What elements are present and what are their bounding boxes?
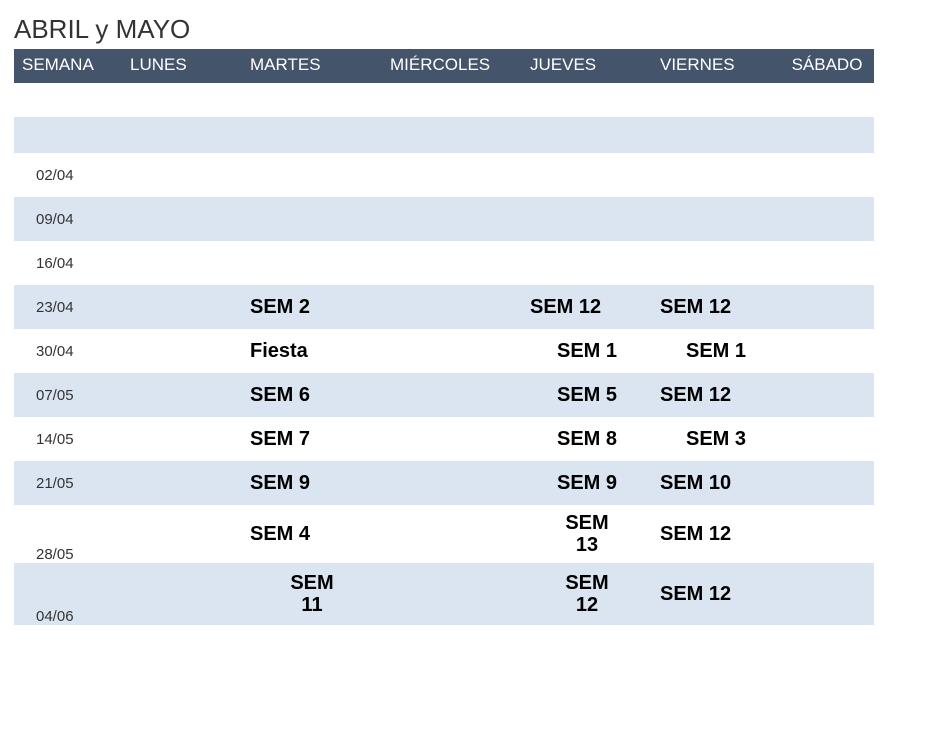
- cell-viernes: [652, 197, 780, 241]
- table-row: 28/05 SEM 4 SEM13 SEM 12: [14, 505, 874, 563]
- cell-jueves: SEM 5: [522, 373, 652, 417]
- week-date: 30/04: [14, 329, 122, 373]
- table-row: 02/04: [14, 153, 874, 197]
- col-lunes: LUNES: [122, 49, 242, 83]
- col-viernes: VIERNES: [652, 49, 780, 83]
- cell-viernes: SEM 12: [652, 505, 780, 563]
- table-row: 09/04: [14, 197, 874, 241]
- week-date: 28/05: [14, 505, 122, 563]
- week-date: 07/05: [14, 373, 122, 417]
- col-martes: MARTES: [242, 49, 382, 83]
- cell-jueves: SEM13: [522, 505, 652, 563]
- cell-jueves: SEM 12: [522, 285, 652, 329]
- week-date: 04/06: [14, 563, 122, 625]
- week-date: 09/04: [14, 197, 122, 241]
- page-title: ABRIL y MAYO: [14, 14, 920, 45]
- cell-viernes: [652, 241, 780, 285]
- cell-martes: [242, 241, 382, 285]
- cell-viernes: SEM 1: [652, 329, 780, 373]
- cell-jueves: SEM12: [522, 563, 652, 625]
- week-date: 23/04: [14, 285, 122, 329]
- cell-jueves: [522, 241, 652, 285]
- col-miercoles: MIÉRCOLES: [382, 49, 522, 83]
- table-row: 23/04 SEM 2 SEM 12 SEM 12: [14, 285, 874, 329]
- table-row: 16/04: [14, 241, 874, 285]
- cell-martes: SEM 6: [242, 373, 382, 417]
- cell-viernes: SEM 12: [652, 373, 780, 417]
- cell-martes: SEM 2: [242, 285, 382, 329]
- cell-viernes: SEM 12: [652, 563, 780, 625]
- week-date: 14/05: [14, 417, 122, 461]
- cell-martes: SEM 9: [242, 461, 382, 505]
- cell-martes: [242, 197, 382, 241]
- cell-viernes: [652, 153, 780, 197]
- table-row: 30/04 Fiesta SEM 1 SEM 1: [14, 329, 874, 373]
- cell-martes: [242, 153, 382, 197]
- cell-martes: SEM 7: [242, 417, 382, 461]
- cell-jueves: SEM 1: [522, 329, 652, 373]
- table-row: 07/05 SEM 6 SEM 5 SEM 12: [14, 373, 874, 417]
- col-jueves: JUEVES: [522, 49, 652, 83]
- cell-viernes: SEM 12: [652, 285, 780, 329]
- table-row: 21/05 SEM 9 SEM 9 SEM 10: [14, 461, 874, 505]
- cell-martes: SEM11: [242, 563, 382, 625]
- table-row: [14, 625, 874, 661]
- cell-martes: Fiesta: [242, 329, 382, 373]
- week-date: 16/04: [14, 241, 122, 285]
- calendar-table: SEMANA LUNES MARTES MIÉRCOLES JUEVES VIE…: [14, 49, 874, 661]
- spacer-row: [14, 83, 874, 117]
- col-semana: SEMANA: [14, 49, 122, 83]
- cell-viernes: SEM 3: [652, 417, 780, 461]
- week-date: 02/04: [14, 153, 122, 197]
- week-date: 21/05: [14, 461, 122, 505]
- cell-jueves: SEM 8: [522, 417, 652, 461]
- table-row: 14/05 SEM 7 SEM 8 SEM 3: [14, 417, 874, 461]
- cell-jueves: [522, 153, 652, 197]
- header-row: SEMANA LUNES MARTES MIÉRCOLES JUEVES VIE…: [14, 49, 874, 83]
- table-row: 04/06 SEM11 SEM12 SEM 12: [14, 563, 874, 625]
- cell-viernes: SEM 10: [652, 461, 780, 505]
- cell-martes: SEM 4: [242, 505, 382, 563]
- cell-jueves: SEM 9: [522, 461, 652, 505]
- table-row: [14, 117, 874, 153]
- col-sabado: SÁBADO: [780, 49, 874, 83]
- cell-jueves: [522, 197, 652, 241]
